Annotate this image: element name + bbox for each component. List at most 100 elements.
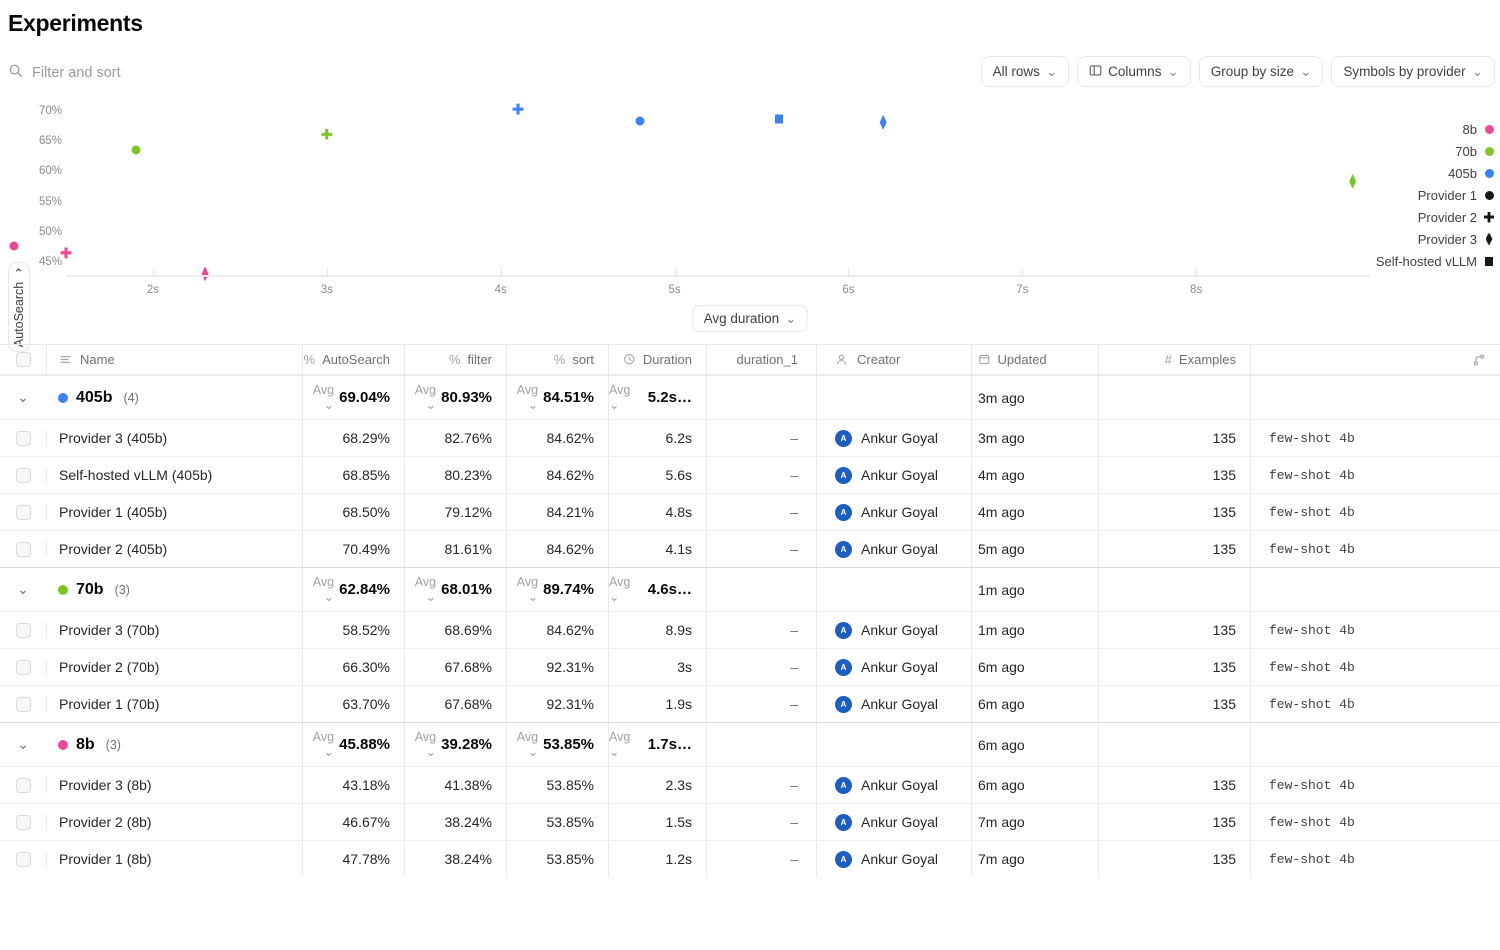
data-point[interactable] [880,115,887,130]
header-updated[interactable]: Updated [971,345,1098,374]
group-duration-agg-selector[interactable]: Avg ⌄ [609,575,643,604]
table-row[interactable]: Provider 2 (70b)66.30%67.68%92.31%3s–AAn… [0,648,1500,685]
group-row[interactable]: ⌄405b(4)Avg ⌄69.04%Avg ⌄80.93%Avg ⌄84.51… [0,375,1500,419]
legend-item[interactable]: Provider 3 [1354,228,1494,250]
row-tag-value: few-shot 4b [1269,542,1355,557]
row-checkbox[interactable] [16,468,31,483]
group-duration-agg-selector[interactable]: Avg ⌄ [609,383,643,412]
group-expand-chevron-icon[interactable]: ⌄ [10,736,36,753]
data-point[interactable] [775,115,783,124]
row-updated: 6m ago [971,649,1098,685]
data-point[interactable] [513,104,524,115]
all-rows-button[interactable]: All rows ⌄ [981,56,1070,87]
search-input[interactable] [32,65,452,81]
row-filter-value: 38.24% [445,851,492,867]
row-examples: 135 [1098,767,1250,803]
legend-item[interactable]: Provider 2 [1354,206,1494,228]
group-duration: Avg ⌄1.7s… [608,723,706,766]
group-sort-agg-selector[interactable]: Avg ⌄ [507,730,538,759]
group-row[interactable]: ⌄8b(3)Avg ⌄45.88%Avg ⌄39.28%Avg ⌄53.85%A… [0,722,1500,766]
row-autosearch-value: 70.49% [343,541,390,557]
avatar: A [835,851,852,868]
row-examples: 135 [1098,531,1250,567]
group-sort-agg-selector[interactable]: Avg ⌄ [507,575,538,604]
table-row[interactable]: Provider 2 (405b)70.49%81.61%84.62%4.1s–… [0,530,1500,567]
group-autosearch-agg-selector[interactable]: Avg ⌄ [303,575,334,604]
group-filter-agg-selector[interactable]: Avg ⌄ [405,383,436,412]
table-row[interactable]: Provider 3 (8b)43.18%41.38%53.85%2.3s–AA… [0,766,1500,803]
group-duration-agg-selector[interactable]: Avg ⌄ [609,730,643,759]
row-checkbox[interactable] [16,542,31,557]
row-duration-1-value: – [790,659,798,675]
row-sort-value: 84.62% [547,541,594,557]
data-point[interactable] [131,146,140,155]
legend-item[interactable]: Provider 1 [1354,184,1494,206]
x-tick-mark [675,269,676,276]
chevron-down-icon: ⌄ [1472,64,1483,80]
header-creator[interactable]: Creator [816,345,971,374]
x-tick-label: 3s [321,284,333,296]
row-examples: 135 [1098,612,1250,648]
header-examples[interactable]: # Examples [1098,345,1250,374]
table-row[interactable]: Provider 2 (8b)46.67%38.24%53.85%1.5s–AA… [0,803,1500,840]
select-all-checkbox[interactable] [16,352,31,367]
x-axis-metric-button[interactable]: Avg duration ⌄ [693,305,808,332]
table-row[interactable]: Self-hosted vLLM (405b)68.85%80.23%84.62… [0,456,1500,493]
row-checkbox[interactable] [16,505,31,520]
legend-label: Provider 1 [1418,188,1477,203]
avatar: A [835,696,852,713]
row-filter: 67.68% [404,686,506,722]
group-autosearch-agg-selector[interactable]: Avg ⌄ [303,383,334,412]
legend-item[interactable]: 405b [1354,162,1494,184]
header-branch[interactable] [1250,345,1500,374]
group-filter: Avg ⌄39.28% [404,723,506,766]
row-duration-value: 4.8s [666,504,692,520]
data-point[interactable] [635,117,644,126]
header-duration[interactable]: Duration [608,345,706,374]
group-color-dot-icon [58,585,68,595]
header-sort[interactable]: % sort [506,345,608,374]
legend-item[interactable]: 8b [1354,118,1494,140]
data-point[interactable] [61,247,72,258]
table-row[interactable]: Provider 1 (405b)68.50%79.12%84.21%4.8s–… [0,493,1500,530]
row-filter: 79.12% [404,494,506,530]
symbols-by-provider-button[interactable]: Symbols by provider ⌄ [1331,56,1495,87]
legend-item[interactable]: Self-hosted vLLM [1354,250,1494,272]
table-row[interactable]: Provider 3 (70b)58.52%68.69%84.62%8.9s–A… [0,611,1500,648]
header-duration-1[interactable]: duration_1 [706,345,816,374]
group-expand-chevron-icon[interactable]: ⌄ [10,581,36,598]
header-duration-1-label: duration_1 [737,352,798,367]
header-autosearch[interactable]: % AutoSearch [302,345,404,374]
table-row[interactable]: Provider 1 (8b)47.78%38.24%53.85%1.2s–AA… [0,840,1500,877]
table-row[interactable]: Provider 3 (405b)68.29%82.76%84.62%6.2s–… [0,419,1500,456]
row-autosearch-value: 68.85% [343,467,390,483]
row-duration: 2.3s [608,767,706,803]
all-rows-label: All rows [993,64,1040,79]
row-autosearch-value: 66.30% [343,659,390,675]
legend-item[interactable]: 70b [1354,140,1494,162]
header-name[interactable]: Name [46,345,302,374]
row-checkbox[interactable] [16,697,31,712]
group-autosearch-agg-selector[interactable]: Avg ⌄ [303,730,334,759]
group-expand-chevron-icon[interactable]: ⌄ [10,389,36,406]
group-row[interactable]: ⌄70b(3)Avg ⌄62.84%Avg ⌄68.01%Avg ⌄89.74%… [0,567,1500,611]
data-point[interactable] [202,266,209,281]
header-filter[interactable]: % filter [404,345,506,374]
group-sort-agg-selector[interactable]: Avg ⌄ [507,383,538,412]
row-duration-1-value: – [790,696,798,712]
row-checkbox[interactable] [16,852,31,867]
columns-button[interactable]: Columns ⌄ [1077,56,1191,87]
row-checkbox[interactable] [16,815,31,830]
group-by-size-button[interactable]: Group by size ⌄ [1199,56,1324,87]
data-point[interactable] [321,129,332,140]
group-filter-agg-selector[interactable]: Avg ⌄ [405,730,436,759]
row-checkbox[interactable] [16,660,31,675]
header-creator-label: Creator [857,352,900,367]
group-filter-agg-selector[interactable]: Avg ⌄ [405,575,436,604]
row-checkbox[interactable] [16,431,31,446]
data-point[interactable] [9,242,18,251]
search-box[interactable] [8,56,452,90]
row-checkbox[interactable] [16,623,31,638]
row-checkbox[interactable] [16,778,31,793]
table-row[interactable]: Provider 1 (70b)63.70%67.68%92.31%1.9s–A… [0,685,1500,722]
